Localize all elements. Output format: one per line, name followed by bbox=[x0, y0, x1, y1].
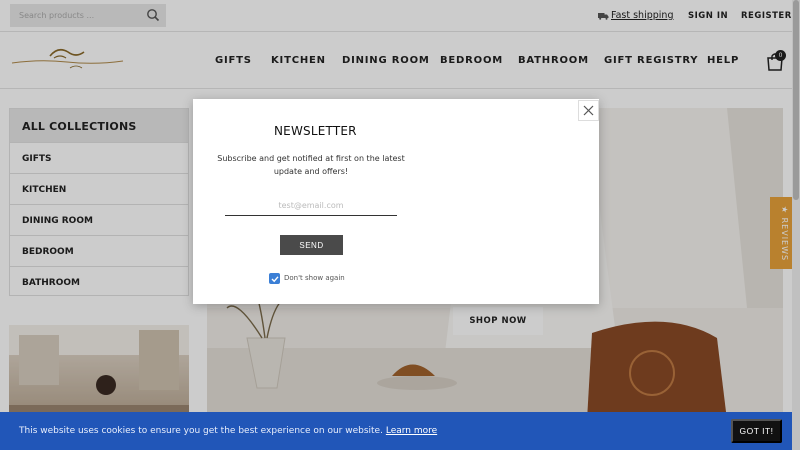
dont-show-checkbox[interactable] bbox=[269, 273, 280, 284]
learn-more-link[interactable]: Learn more bbox=[386, 426, 437, 436]
email-field[interactable] bbox=[225, 196, 397, 216]
close-button[interactable] bbox=[578, 100, 599, 121]
dont-show-label[interactable]: Don't show again bbox=[284, 274, 345, 282]
newsletter-title: NEWSLETTER bbox=[274, 124, 357, 138]
got-it-button[interactable]: GOT IT! bbox=[731, 419, 782, 443]
newsletter-description: Subscribe and get notified at first on t… bbox=[217, 154, 405, 176]
checkmark-icon bbox=[271, 275, 279, 282]
cookie-message: This website uses cookies to ensure you … bbox=[19, 426, 383, 436]
close-icon bbox=[583, 105, 594, 116]
send-button[interactable]: SEND bbox=[280, 235, 343, 255]
cookie-text: This website uses cookies to ensure you … bbox=[19, 426, 437, 436]
